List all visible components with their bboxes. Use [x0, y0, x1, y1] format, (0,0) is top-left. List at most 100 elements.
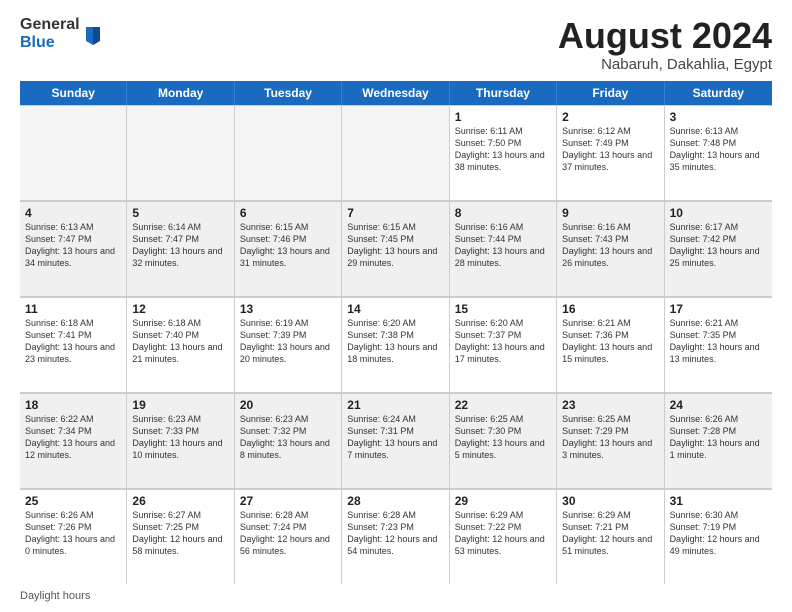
day-number: 29 [455, 494, 551, 508]
cal-cell: 18Sunrise: 6:22 AM Sunset: 7:34 PM Dayli… [20, 393, 127, 488]
cal-header-friday: Friday [557, 81, 664, 105]
cal-cell: 10Sunrise: 6:17 AM Sunset: 7:42 PM Dayli… [665, 201, 772, 296]
day-number: 27 [240, 494, 336, 508]
day-info: Sunrise: 6:16 AM Sunset: 7:43 PM Dayligh… [562, 221, 658, 270]
day-info: Sunrise: 6:29 AM Sunset: 7:21 PM Dayligh… [562, 509, 658, 558]
cal-cell: 31Sunrise: 6:30 AM Sunset: 7:19 PM Dayli… [665, 489, 772, 584]
cal-header-saturday: Saturday [665, 81, 772, 105]
cal-cell: 1Sunrise: 6:11 AM Sunset: 7:50 PM Daylig… [450, 105, 557, 200]
cal-cell: 9Sunrise: 6:16 AM Sunset: 7:43 PM Daylig… [557, 201, 664, 296]
cal-cell: 22Sunrise: 6:25 AM Sunset: 7:30 PM Dayli… [450, 393, 557, 488]
cal-week-3: 11Sunrise: 6:18 AM Sunset: 7:41 PM Dayli… [20, 297, 772, 393]
day-info: Sunrise: 6:23 AM Sunset: 7:33 PM Dayligh… [132, 413, 228, 462]
day-number: 24 [670, 398, 767, 412]
day-number: 9 [562, 206, 658, 220]
day-info: Sunrise: 6:13 AM Sunset: 7:48 PM Dayligh… [670, 125, 767, 174]
day-number: 7 [347, 206, 443, 220]
day-number: 19 [132, 398, 228, 412]
logo-blue: Blue [20, 34, 80, 52]
day-info: Sunrise: 6:21 AM Sunset: 7:35 PM Dayligh… [670, 317, 767, 366]
cal-cell [20, 105, 127, 200]
day-number: 1 [455, 110, 551, 124]
cal-cell: 17Sunrise: 6:21 AM Sunset: 7:35 PM Dayli… [665, 297, 772, 392]
day-number: 28 [347, 494, 443, 508]
day-number: 18 [25, 398, 121, 412]
day-info: Sunrise: 6:28 AM Sunset: 7:24 PM Dayligh… [240, 509, 336, 558]
day-info: Sunrise: 6:20 AM Sunset: 7:37 PM Dayligh… [455, 317, 551, 366]
day-info: Sunrise: 6:13 AM Sunset: 7:47 PM Dayligh… [25, 221, 121, 270]
cal-cell: 3Sunrise: 6:13 AM Sunset: 7:48 PM Daylig… [665, 105, 772, 200]
cal-week-2: 4Sunrise: 6:13 AM Sunset: 7:47 PM Daylig… [20, 201, 772, 297]
day-info: Sunrise: 6:18 AM Sunset: 7:41 PM Dayligh… [25, 317, 121, 366]
day-info: Sunrise: 6:18 AM Sunset: 7:40 PM Dayligh… [132, 317, 228, 366]
day-info: Sunrise: 6:29 AM Sunset: 7:22 PM Dayligh… [455, 509, 551, 558]
cal-cell: 2Sunrise: 6:12 AM Sunset: 7:49 PM Daylig… [557, 105, 664, 200]
day-number: 5 [132, 206, 228, 220]
page: General Blue August 2024 Nabaruh, Dakahl… [0, 0, 792, 612]
cal-header-tuesday: Tuesday [235, 81, 342, 105]
day-info: Sunrise: 6:15 AM Sunset: 7:46 PM Dayligh… [240, 221, 336, 270]
cal-cell: 13Sunrise: 6:19 AM Sunset: 7:39 PM Dayli… [235, 297, 342, 392]
day-info: Sunrise: 6:25 AM Sunset: 7:29 PM Dayligh… [562, 413, 658, 462]
day-number: 30 [562, 494, 658, 508]
cal-cell [127, 105, 234, 200]
calendar: SundayMondayTuesdayWednesdayThursdayFrid… [20, 81, 772, 584]
cal-header-sunday: Sunday [20, 81, 127, 105]
day-info: Sunrise: 6:17 AM Sunset: 7:42 PM Dayligh… [670, 221, 767, 270]
cal-cell: 8Sunrise: 6:16 AM Sunset: 7:44 PM Daylig… [450, 201, 557, 296]
cal-cell: 25Sunrise: 6:26 AM Sunset: 7:26 PM Dayli… [20, 489, 127, 584]
cal-cell: 30Sunrise: 6:29 AM Sunset: 7:21 PM Dayli… [557, 489, 664, 584]
cal-cell: 12Sunrise: 6:18 AM Sunset: 7:40 PM Dayli… [127, 297, 234, 392]
day-number: 8 [455, 206, 551, 220]
cal-cell: 24Sunrise: 6:26 AM Sunset: 7:28 PM Dayli… [665, 393, 772, 488]
main-title: August 2024 [558, 16, 772, 56]
day-number: 2 [562, 110, 658, 124]
header: General Blue August 2024 Nabaruh, Dakahl… [20, 16, 772, 73]
cal-cell: 16Sunrise: 6:21 AM Sunset: 7:36 PM Dayli… [557, 297, 664, 392]
day-info: Sunrise: 6:15 AM Sunset: 7:45 PM Dayligh… [347, 221, 443, 270]
day-info: Sunrise: 6:24 AM Sunset: 7:31 PM Dayligh… [347, 413, 443, 462]
cal-cell: 27Sunrise: 6:28 AM Sunset: 7:24 PM Dayli… [235, 489, 342, 584]
day-info: Sunrise: 6:12 AM Sunset: 7:49 PM Dayligh… [562, 125, 658, 174]
cal-cell [342, 105, 449, 200]
cal-cell: 4Sunrise: 6:13 AM Sunset: 7:47 PM Daylig… [20, 201, 127, 296]
day-number: 25 [25, 494, 121, 508]
day-info: Sunrise: 6:16 AM Sunset: 7:44 PM Dayligh… [455, 221, 551, 270]
cal-week-1: 1Sunrise: 6:11 AM Sunset: 7:50 PM Daylig… [20, 105, 772, 201]
day-info: Sunrise: 6:26 AM Sunset: 7:28 PM Dayligh… [670, 413, 767, 462]
day-number: 6 [240, 206, 336, 220]
cal-cell: 23Sunrise: 6:25 AM Sunset: 7:29 PM Dayli… [557, 393, 664, 488]
footer: Daylight hours [20, 590, 772, 602]
cal-cell: 26Sunrise: 6:27 AM Sunset: 7:25 PM Dayli… [127, 489, 234, 584]
cal-cell: 28Sunrise: 6:28 AM Sunset: 7:23 PM Dayli… [342, 489, 449, 584]
day-number: 17 [670, 302, 767, 316]
day-number: 13 [240, 302, 336, 316]
day-number: 3 [670, 110, 767, 124]
cal-cell: 11Sunrise: 6:18 AM Sunset: 7:41 PM Dayli… [20, 297, 127, 392]
day-info: Sunrise: 6:25 AM Sunset: 7:30 PM Dayligh… [455, 413, 551, 462]
cal-header-monday: Monday [127, 81, 234, 105]
day-info: Sunrise: 6:28 AM Sunset: 7:23 PM Dayligh… [347, 509, 443, 558]
day-info: Sunrise: 6:11 AM Sunset: 7:50 PM Dayligh… [455, 125, 551, 174]
calendar-header: SundayMondayTuesdayWednesdayThursdayFrid… [20, 81, 772, 105]
cal-cell: 6Sunrise: 6:15 AM Sunset: 7:46 PM Daylig… [235, 201, 342, 296]
footer-label: Daylight hours [20, 590, 90, 602]
day-number: 4 [25, 206, 121, 220]
day-number: 10 [670, 206, 767, 220]
day-number: 20 [240, 398, 336, 412]
day-number: 16 [562, 302, 658, 316]
cal-cell: 21Sunrise: 6:24 AM Sunset: 7:31 PM Dayli… [342, 393, 449, 488]
logo: General Blue [20, 16, 102, 51]
day-info: Sunrise: 6:19 AM Sunset: 7:39 PM Dayligh… [240, 317, 336, 366]
day-number: 22 [455, 398, 551, 412]
title-block: August 2024 Nabaruh, Dakahlia, Egypt [558, 16, 772, 73]
day-info: Sunrise: 6:30 AM Sunset: 7:19 PM Dayligh… [670, 509, 767, 558]
logo-general: General [20, 16, 80, 34]
day-info: Sunrise: 6:26 AM Sunset: 7:26 PM Dayligh… [25, 509, 121, 558]
day-number: 14 [347, 302, 443, 316]
cal-cell: 15Sunrise: 6:20 AM Sunset: 7:37 PM Dayli… [450, 297, 557, 392]
day-info: Sunrise: 6:21 AM Sunset: 7:36 PM Dayligh… [562, 317, 658, 366]
day-number: 31 [670, 494, 767, 508]
day-number: 12 [132, 302, 228, 316]
cal-cell: 29Sunrise: 6:29 AM Sunset: 7:22 PM Dayli… [450, 489, 557, 584]
